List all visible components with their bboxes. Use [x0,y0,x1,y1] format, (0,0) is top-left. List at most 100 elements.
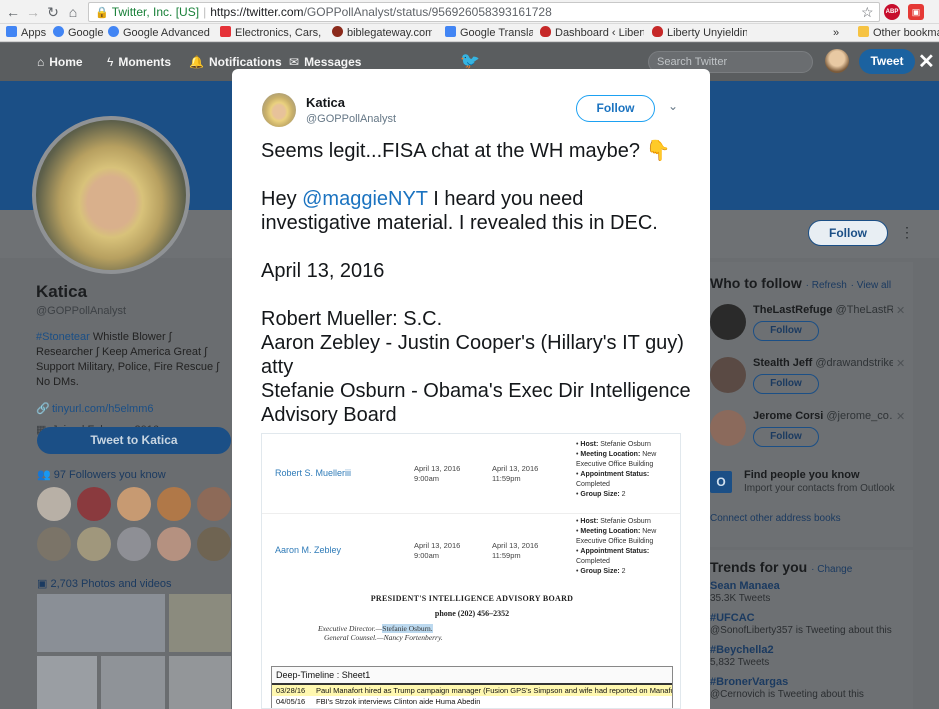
bookmark-overflow[interactable]: » [833,26,845,40]
back-icon[interactable]: ← [4,3,22,21]
bookmark-google-advanced[interactable]: Google Advanced Se [108,26,211,40]
sheet-title: Deep-Timeline : Sheet1 [272,667,672,685]
suggestion-follow-button[interactable]: Follow [753,374,819,394]
bookmark-star-icon[interactable]: ☆ [861,4,874,20]
photos-videos-link[interactable]: ▣ 2,703 Photos and videos [37,577,172,590]
board-title: PRESIDENT'S INTELLIGENCE ADVISORY BOARD [370,594,574,603]
tweet-author-handle[interactable]: @GOPPollAnalyst [306,113,396,125]
suggestion-follow-button[interactable]: Follow [753,321,819,341]
adblock-icon[interactable]: ABP [884,4,900,20]
view-all-link[interactable]: · View all [851,280,891,291]
end-datetime: April 13, 2016 11:59pm [492,464,539,483]
suggestion-name[interactable]: Jerome Corsi @jerome_co… [753,410,893,422]
dismiss-icon[interactable]: ✕ [896,410,905,423]
media-thumbnail[interactable] [37,656,97,709]
suggestion-avatar[interactable] [710,304,746,340]
tweet-line: Aaron Zebley - Justin Cooper's (Hillary'… [261,332,684,378]
media-thumbnail[interactable] [169,594,231,652]
bookmark-apps[interactable]: Apps [6,26,48,40]
bookmark-liberty-unyielding[interactable]: Liberty Unyielding [652,26,747,40]
link-icon: 🔗 [36,403,50,415]
follower-avatar[interactable] [197,527,231,561]
dismiss-icon[interactable]: ✕ [896,304,905,317]
forward-icon[interactable]: → [24,3,42,21]
trend-item[interactable]: #UFCAC @SonofLiberty357 is Tweeting about… [710,612,910,636]
follower-avatar[interactable] [77,527,111,561]
suggestion-name[interactable]: TheLastRefuge @TheLastR… [753,304,893,316]
bookmark-google[interactable]: Google [53,26,105,40]
refresh-link[interactable]: · Refresh [806,280,847,291]
suggestion-name[interactable]: Stealth Jeff @drawandstrike [753,357,893,369]
follower-avatar[interactable] [117,527,151,561]
bookmark-biblegateway[interactable]: biblegateway.com A [332,26,432,40]
ebay-icon [220,26,231,37]
tweet-author-avatar[interactable] [262,93,296,127]
followers-you-know-link[interactable]: 👥 97 Followers you know [37,468,166,481]
nav-notifications[interactable]: 🔔 Notifications [189,55,282,69]
find-people-title[interactable]: Find people you know [744,469,860,481]
bookmark-google-translate[interactable]: Google Translate [445,26,533,40]
connect-address-books-link[interactable]: Connect other address books [710,513,841,524]
suggestion-avatar[interactable] [710,410,746,446]
start-datetime: April 13, 2016 9:00am [414,541,461,560]
board-staff: Executive Director.—Stefanie Osburn. Gen… [318,624,443,642]
bookmark-dashboard[interactable]: Dashboard ‹ Liberty U [540,26,644,40]
follower-avatar[interactable] [157,487,191,521]
account-avatar[interactable] [825,49,849,73]
profile-follow-button[interactable]: Follow [808,220,888,246]
google-icon [108,26,119,37]
trend-item[interactable]: Sean Manaea 35.3K Tweets [710,580,910,604]
profile-link[interactable]: tinyurl.com/h5elmm6 [52,403,153,415]
follower-avatar[interactable] [77,487,111,521]
reload-icon[interactable]: ↻ [44,3,62,21]
close-modal-icon[interactable]: ✕ [918,52,935,72]
profile-avatar[interactable] [32,116,190,274]
extension-icon[interactable]: ▣ [908,4,924,20]
image-icon: ▣ [37,578,51,590]
tweet-to-button[interactable]: Tweet to Katica [37,427,231,454]
browser-toolbar: ← → ↻ ⌂ 🔒 Twitter, Inc. [US] | https://twit… [0,0,939,24]
media-thumbnail[interactable] [101,656,165,709]
profile-handle[interactable]: @GOPPollAnalyst [36,305,231,317]
follower-avatar[interactable] [37,527,71,561]
twitter-bird-icon[interactable]: 🐦 [460,51,480,71]
translate-icon [445,26,456,37]
profile-name[interactable]: Katica [36,282,231,302]
bookmark-other[interactable]: Other bookmarks [858,26,939,40]
flame-icon [540,26,551,37]
visitor-name: Robert S. Muelleriii [275,468,352,478]
tweet-line: Robert Mueller: S.C. [261,308,443,330]
tweet-line: April 13, 2016 [261,260,385,282]
tweet-author-name[interactable]: Katica [306,95,345,110]
start-datetime: April 13, 2016 9:00am [414,464,461,483]
home-icon[interactable]: ⌂ [64,3,82,21]
media-thumbnail[interactable] [37,594,165,652]
find-people-subtitle: Import your contacts from Outlook [744,483,895,494]
follower-avatar[interactable] [37,487,71,521]
media-thumbnail[interactable] [169,656,231,709]
address-bar[interactable]: 🔒 Twitter, Inc. [US] | https://twitter.com/… [88,2,880,22]
tweet-attached-image[interactable]: Robert S. Muelleriii April 13, 2016 9:00a… [261,433,681,709]
chevron-down-icon[interactable]: ⌄ [668,99,678,113]
change-link[interactable]: · Change [811,564,852,575]
follower-avatar[interactable] [197,487,231,521]
suggestion-follow-button[interactable]: Follow [753,427,819,447]
compose-tweet-button[interactable]: Tweet [859,49,915,74]
nav-home[interactable]: ⌂ Home [37,55,83,69]
trend-item[interactable]: #BronerVargas @Cernovich is Tweeting abou… [710,676,910,700]
bio-hashtag[interactable]: #Stonetear [36,331,90,343]
nav-messages[interactable]: ✉ Messages [289,55,361,69]
timeline-spreadsheet: Deep-Timeline : Sheet1 03/28/16 Paul Mana… [271,666,673,708]
trends-heading: Trends for you · Change [710,559,853,575]
nav-moments[interactable]: ϟ Moments [107,55,171,69]
tweet-line: Stefanie Osburn - Obama's Exec Dir Intel… [261,380,691,426]
tweet-follow-button[interactable]: Follow [576,95,655,122]
suggestion-avatar[interactable] [710,357,746,393]
bookmark-ebay[interactable]: Electronics, Cars, Fas [220,26,323,40]
follower-avatar[interactable] [117,487,151,521]
mention-link[interactable]: @maggieNYT [302,188,428,210]
follower-avatar[interactable] [157,527,191,561]
more-options-icon[interactable]: ⋮ [900,224,914,241]
dismiss-icon[interactable]: ✕ [896,357,905,370]
trend-item[interactable]: #Beychella2 5,832 Tweets [710,644,910,668]
